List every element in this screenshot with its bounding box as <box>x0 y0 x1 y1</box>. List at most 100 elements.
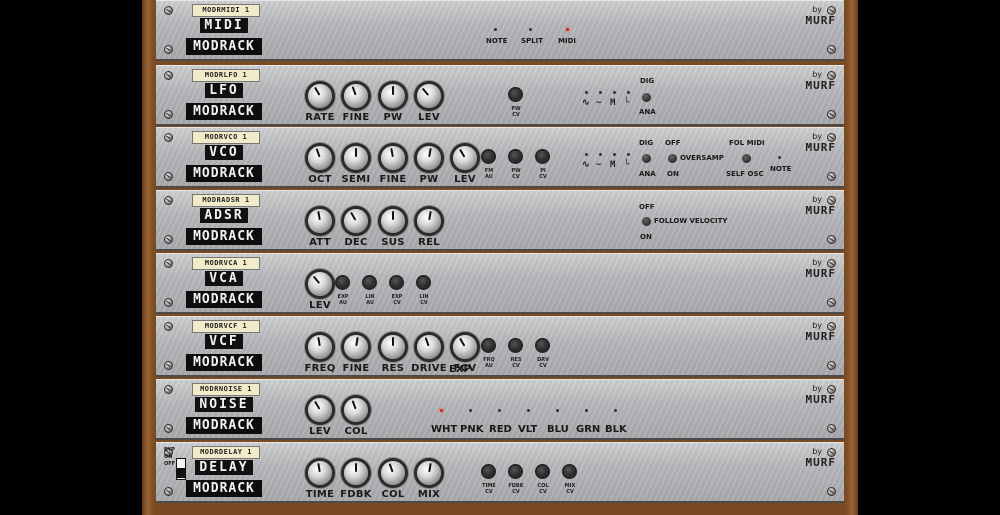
waveform-led[interactable] <box>627 153 630 156</box>
module-tag[interactable]: MODRDELAY 1 <box>192 446 260 459</box>
knob-semi[interactable] <box>344 146 368 170</box>
knob-time[interactable] <box>308 461 332 485</box>
cv-knob[interactable] <box>510 466 521 477</box>
maker-logo: MURF <box>805 79 836 92</box>
cv-knob[interactable] <box>564 466 575 477</box>
knob-drive[interactable] <box>417 335 441 359</box>
noise-color-led[interactable] <box>556 409 559 412</box>
midi-mode-label: SPLIT <box>521 37 544 45</box>
cv-knob[interactable] <box>510 151 521 162</box>
cv-knob[interactable] <box>510 340 521 351</box>
maker-by: by <box>812 384 822 393</box>
waveform-led[interactable] <box>585 91 588 94</box>
noise-color-led[interactable] <box>614 409 617 412</box>
range-ana-label: ANA <box>639 108 656 116</box>
screw <box>827 487 836 496</box>
range-toggle[interactable] <box>642 93 651 102</box>
knob-freq[interactable] <box>308 335 332 359</box>
knob-fdbk[interactable] <box>344 461 368 485</box>
module-tag[interactable]: MODRMIDI 1 <box>192 4 260 17</box>
knob-res[interactable] <box>381 335 405 359</box>
note-led[interactable] <box>778 156 781 159</box>
maker-logo: MURF <box>805 393 836 406</box>
follow-velocity-toggle[interactable] <box>642 217 651 226</box>
noise-color-led[interactable] <box>498 409 501 412</box>
module-tag[interactable]: MODRVCO 1 <box>192 131 260 144</box>
noise-color-led[interactable] <box>440 409 443 412</box>
knob-col[interactable] <box>344 398 368 422</box>
waveform-icon: Μ <box>610 98 616 108</box>
module-tag[interactable]: MODRLFO 1 <box>192 69 260 82</box>
knob-label: REL <box>418 237 440 248</box>
module-name: DELAY <box>186 460 262 475</box>
cv-knob[interactable] <box>537 466 548 477</box>
knob-fine[interactable] <box>381 146 405 170</box>
knob-pw[interactable] <box>381 84 405 108</box>
knob-pw[interactable] <box>417 146 441 170</box>
maker-logo: MURF <box>805 204 836 217</box>
cv-knob[interactable] <box>337 277 348 288</box>
bypass-switch[interactable] <box>176 458 186 480</box>
waveform-icon: Μ <box>610 160 616 170</box>
cv-knob-label: DRV CV <box>537 357 549 369</box>
midi-mode-led[interactable] <box>566 28 569 31</box>
waveform-led[interactable] <box>627 91 630 94</box>
module-name: NOISE <box>186 397 262 412</box>
cv-knob[interactable] <box>537 151 548 162</box>
cv-knob[interactable] <box>483 340 494 351</box>
midi-mode-led[interactable] <box>529 28 532 31</box>
oversamp-toggle[interactable] <box>668 154 677 163</box>
cv-knob[interactable] <box>483 151 494 162</box>
self-osc-toggle[interactable] <box>742 154 751 163</box>
vco-range-toggle[interactable] <box>642 154 651 163</box>
module-tag[interactable]: MODRADSR 1 <box>192 194 260 207</box>
knob-fcv[interactable] <box>453 335 477 359</box>
knob-oct[interactable] <box>308 146 332 170</box>
cv-knob[interactable] <box>391 277 402 288</box>
knob-rel[interactable] <box>417 209 441 233</box>
waveform-led[interactable] <box>613 153 616 156</box>
waveform-led[interactable] <box>585 153 588 156</box>
knob-att[interactable] <box>308 209 332 233</box>
cv-knob[interactable] <box>510 89 521 100</box>
module-name-text: NOISE <box>195 397 253 412</box>
noise-color-led[interactable] <box>527 409 530 412</box>
brand-label: MODRACK <box>186 103 262 120</box>
waveform-icon: └ <box>624 98 630 108</box>
waveform-led[interactable] <box>599 91 602 94</box>
knob-sus[interactable] <box>381 209 405 233</box>
waveform-led[interactable] <box>599 153 602 156</box>
knob-fine[interactable] <box>344 335 368 359</box>
cv-knob[interactable] <box>364 277 375 288</box>
cv-knob[interactable] <box>483 466 494 477</box>
module-vca: MODRVCA 1 VCA MODRACK by MURF LEV EXP AU LIN AU… <box>156 253 844 314</box>
knob-fine[interactable] <box>344 84 368 108</box>
noise-color-led[interactable] <box>469 409 472 412</box>
cv-knob[interactable] <box>537 340 548 351</box>
waveform-led[interactable] <box>613 91 616 94</box>
knob-lev[interactable] <box>308 398 332 422</box>
module-tag[interactable]: MODRVCA 1 <box>192 257 260 270</box>
brand-label: MODRACK <box>186 480 262 497</box>
module-vcf: MODRVCF 1 VCF MODRACK by MURF FREQ FINE RES DRIV… <box>156 316 844 377</box>
module-name-text: MIDI <box>200 18 248 33</box>
midi-mode-led[interactable] <box>494 28 497 31</box>
brand-label: MODRACK <box>186 228 262 245</box>
knob-lev[interactable] <box>453 146 477 170</box>
cv-knob[interactable] <box>418 277 429 288</box>
knob-col[interactable] <box>381 461 405 485</box>
screw <box>164 298 173 307</box>
knob-dec[interactable] <box>344 209 368 233</box>
noise-color-label: BLK <box>605 424 627 435</box>
knob-lev[interactable] <box>417 84 441 108</box>
noise-color-led[interactable] <box>585 409 588 412</box>
screw <box>164 133 173 142</box>
module-tag[interactable]: MODRNOISE 1 <box>192 383 260 396</box>
module-name-text: VCO <box>205 145 243 160</box>
knob-lev[interactable] <box>308 272 332 296</box>
knob-rate[interactable] <box>308 84 332 108</box>
maker-by: by <box>812 447 822 456</box>
knob-mix[interactable] <box>417 461 441 485</box>
midi-mode-label: MIDI <box>558 37 576 45</box>
module-tag[interactable]: MODRVCF 1 <box>192 320 260 333</box>
